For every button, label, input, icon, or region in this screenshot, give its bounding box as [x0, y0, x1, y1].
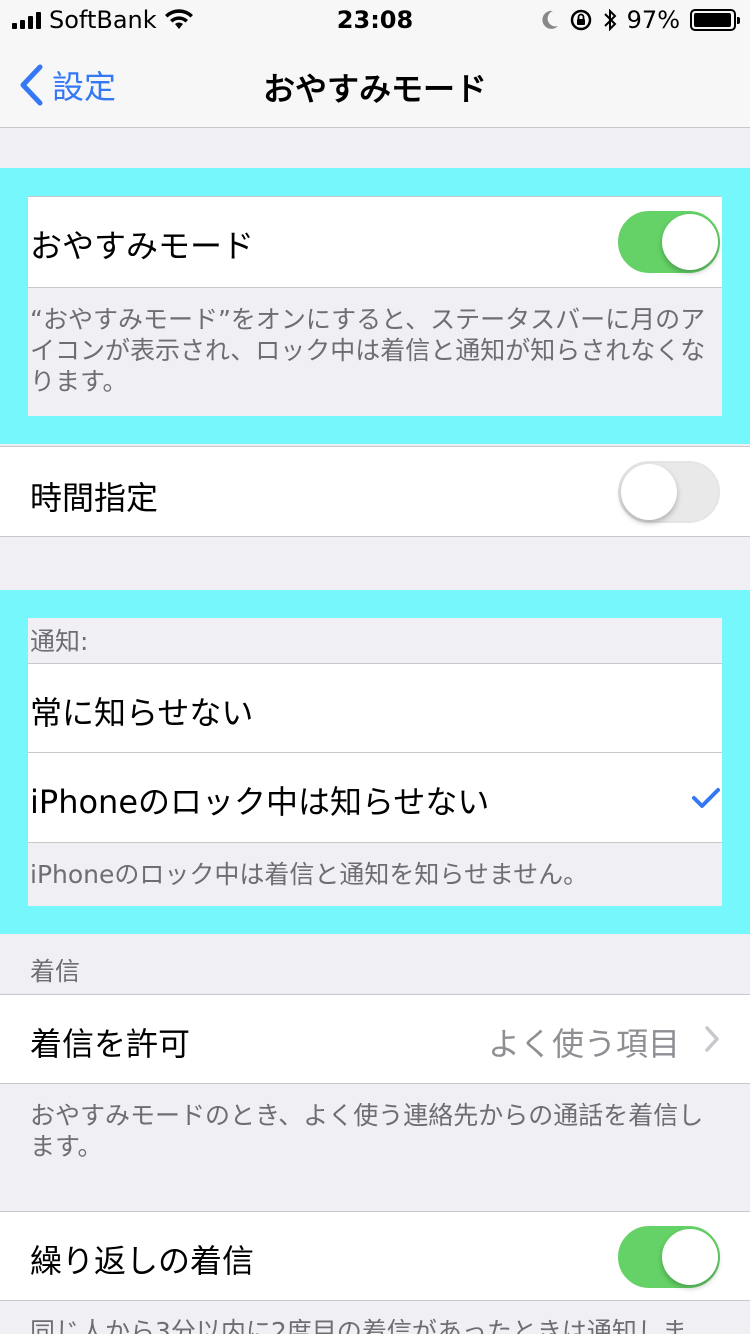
allow-calls-value: よく使う項目: [487, 1025, 680, 1063]
notification-option-row[interactable]: 常に知らせない: [0, 663, 750, 753]
dnd-toggle[interactable]: [618, 211, 720, 273]
battery-fill: [694, 13, 731, 27]
battery-percent: 97%: [626, 6, 680, 34]
allow-calls-label: 着信を許可: [30, 1025, 191, 1063]
allow-calls-row[interactable]: 着信を許可 よく使う項目: [0, 994, 750, 1084]
repeated-calls-footer: 同じ人から3分以内に2度目の着信があったときは通知します。: [30, 1317, 687, 1334]
scheduled-label: 時間指定: [30, 479, 159, 517]
bluetooth-icon: [603, 8, 617, 32]
dnd-row: おやすみモード: [0, 196, 750, 288]
toggle-knob: [621, 464, 677, 520]
scheduled-row: 時間指定: [0, 446, 750, 537]
notifications-header: 通知:: [30, 627, 89, 656]
navigation-bar: 設定 おやすみモード: [0, 40, 750, 128]
battery-icon: [690, 9, 740, 31]
status-right-group: 97%: [541, 6, 740, 34]
calls-header: 着信: [30, 957, 81, 986]
page-title: おやすみモード: [262, 70, 487, 108]
dnd-footer: “おやすみモード”をオンにすると、ステータスバーに月のアイコンが表示され、ロック…: [30, 305, 706, 396]
notifications-footer: iPhoneのロック中は着信と通知を知らせません。: [30, 860, 589, 889]
notification-option-label: iPhoneのロック中は知らせない: [30, 783, 490, 821]
notification-option-label: 常に知らせない: [30, 694, 254, 732]
repeated-calls-toggle[interactable]: [618, 1226, 720, 1288]
calls-footer: おやすみモードのとき、よく使う連絡先からの通話を着信します。: [30, 1101, 704, 1161]
notification-option-row[interactable]: iPhoneのロック中は知らせない: [0, 753, 750, 843]
moon-icon: [542, 10, 558, 29]
toggle-knob: [662, 1229, 718, 1285]
rotation-lock-icon: [570, 9, 591, 31]
checkmark-icon: [692, 788, 720, 808]
scheduled-toggle[interactable]: [618, 461, 720, 523]
dnd-label: おやすみモード: [30, 227, 255, 265]
toggle-knob: [662, 214, 718, 270]
chevron-right-icon: [705, 1026, 719, 1052]
repeated-calls-label: 繰り返しの着信: [30, 1242, 255, 1280]
repeated-calls-row: 繰り返しの着信: [0, 1211, 750, 1301]
status-bar: SoftBank 23:08 97%: [0, 0, 750, 40]
